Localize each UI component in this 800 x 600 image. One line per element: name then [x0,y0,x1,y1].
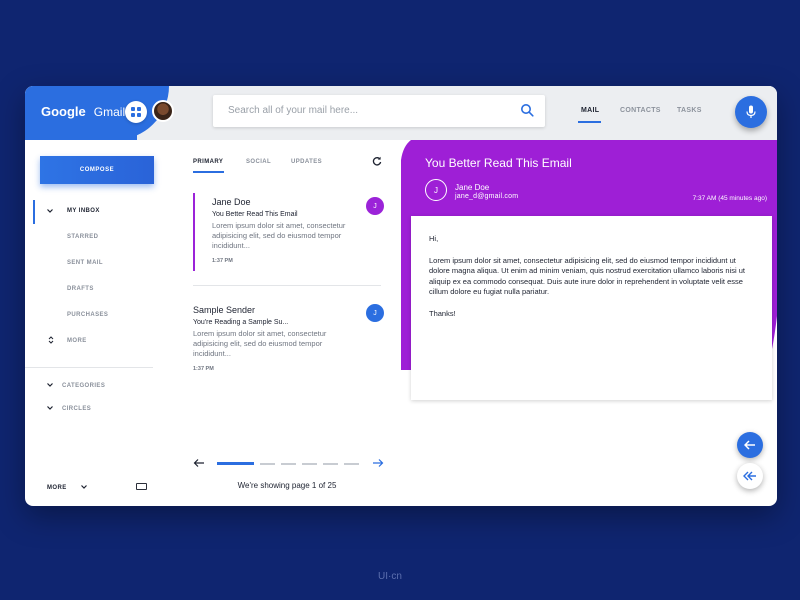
arrow-left-icon[interactable] [193,458,205,468]
search-bar[interactable]: Search all of your mail here... [213,95,545,127]
email-list-item[interactable]: Sample Sender You're Reading a Sample Su… [193,305,381,372]
apps-button[interactable] [125,101,147,123]
compose-button[interactable]: COMPOSE [40,156,154,184]
arrow-right-icon[interactable] [372,458,384,468]
sidebar-item-sent[interactable]: SENT MAIL [67,260,103,266]
email-time: 1:37 PM [212,258,233,264]
refresh-icon[interactable] [372,156,382,166]
chevron-down-icon[interactable] [80,483,88,491]
pagination-status: We're showing page 1 of 25 [237,481,337,490]
tab-updates[interactable]: UPDATES [291,159,322,165]
sidebar-footer-more[interactable]: MORE [47,485,67,491]
chevron-down-icon[interactable] [46,381,54,389]
watermark-logo: UI·cn [378,571,402,582]
email-subject: You Better Read This Email [212,211,298,218]
tab-primary[interactable]: PRIMARY [193,159,223,165]
page-indicator[interactable] [302,463,317,465]
tab-social[interactable]: SOCIAL [246,159,271,165]
reply-icon [744,440,755,450]
email-subject: You're Reading a Sample Su... [193,319,289,326]
tab-active-indicator [193,171,224,173]
nav-mail[interactable]: MAIL [581,107,599,114]
email-body: Hi, Lorem ipsum dolor sit amet, consecte… [411,216,772,400]
reading-subject: You Better Read This Email [425,156,572,170]
nav-active-indicator [578,121,601,123]
sender-initial-badge: J [366,304,384,322]
email-sender: Jane Doe [212,197,251,207]
page-indicator[interactable] [260,463,275,465]
sidebar-item-starred[interactable]: STARRED [67,234,98,240]
keyboard-icon[interactable] [136,483,147,490]
email-greeting: Hi, [429,234,439,243]
sidebar-item-purchases[interactable]: PURCHASES [67,312,108,318]
sidebar-item-more[interactable]: MORE [67,338,87,344]
sidebar-divider [25,367,153,368]
search-input[interactable]: Search all of your mail here... [228,105,358,116]
email-list-divider [193,285,381,286]
app-header: Google Gmail Search all of your mail here… [25,86,777,140]
microphone-icon [746,105,756,118]
user-avatar[interactable] [152,100,174,122]
sender-initial-badge: J [366,197,384,215]
email-sender: Sample Sender [193,305,256,315]
brand-logo[interactable]: Google Gmail [41,104,125,119]
inbox-active-indicator [33,200,35,224]
email-signoff: Thanks! [429,308,456,318]
nav-contacts[interactable]: CONTACTS [620,107,661,114]
sidebar-group-categories[interactable]: CATEGORIES [62,383,105,389]
chevron-down-icon[interactable] [46,404,54,412]
sidebar-item-inbox[interactable]: MY INBOX [67,208,100,214]
chevron-down-icon[interactable] [46,207,54,215]
reading-sender-avatar: J [425,179,447,201]
search-icon[interactable] [520,103,534,117]
page-indicator[interactable] [281,463,296,465]
email-body-text: Lorem ipsum dolor sit amet, consectetur … [429,255,745,297]
reply-all-button[interactable] [737,463,763,489]
gmail-wordmark: Gmail [93,105,126,119]
reading-date: 7:37 AM (45 minutes ago) [692,195,767,202]
email-preview: Lorem ipsum dolor sit amet, consectetur … [212,221,346,250]
reading-sender-name: Jane Doe [455,183,490,192]
reply-button[interactable] [737,432,763,458]
reply-all-icon [743,471,756,481]
expand-collapse-icon[interactable] [47,336,55,344]
voice-search-button[interactable] [735,96,767,128]
reading-sender-email: jane_d@gmail.com [455,193,519,200]
page-indicator[interactable] [344,463,359,465]
apps-grid-icon [131,107,141,117]
sidebar-group-circles[interactable]: CIRCLES [62,406,91,412]
google-wordmark: Google [41,104,86,119]
page-indicator-active[interactable] [217,462,254,465]
email-time: 1:37 PM [193,366,214,372]
nav-tasks[interactable]: TASKS [677,107,702,114]
email-list-item[interactable]: Jane Doe You Better Read This Email Lore… [193,197,381,264]
page-indicator[interactable] [323,463,338,465]
mail-app-window: Google Gmail Search all of your mail here… [25,86,777,506]
email-preview: Lorem ipsum dolor sit amet, consectetur … [193,329,327,358]
sidebar-item-drafts[interactable]: DRAFTS [67,286,94,292]
